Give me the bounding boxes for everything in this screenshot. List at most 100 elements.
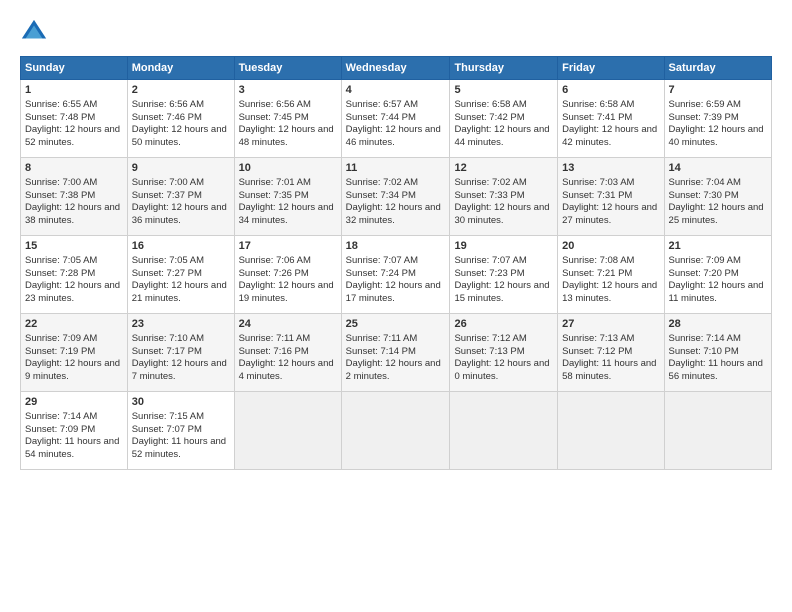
day-number: 12 (454, 161, 553, 176)
sunrise-text: Sunrise: 7:03 AM (562, 177, 634, 188)
day-number: 4 (346, 83, 446, 98)
calendar-cell: 26Sunrise: 7:12 AMSunset: 7:13 PMDayligh… (450, 314, 558, 392)
sunset-text: Sunset: 7:39 PM (669, 112, 739, 123)
calendar-cell: 29Sunrise: 7:14 AMSunset: 7:09 PMDayligh… (21, 392, 128, 470)
header-cell-friday: Friday (558, 57, 664, 80)
sunset-text: Sunset: 7:20 PM (669, 268, 739, 279)
sunrise-text: Sunrise: 7:09 AM (25, 333, 97, 344)
sunset-text: Sunset: 7:21 PM (562, 268, 632, 279)
sunrise-text: Sunrise: 7:04 AM (669, 177, 741, 188)
day-number: 25 (346, 317, 446, 332)
sunset-text: Sunset: 7:44 PM (346, 112, 416, 123)
calendar-cell: 11Sunrise: 7:02 AMSunset: 7:34 PMDayligh… (341, 158, 450, 236)
daylight-text: Daylight: 12 hours and 0 minutes. (454, 358, 549, 382)
calendar-cell: 22Sunrise: 7:09 AMSunset: 7:19 PMDayligh… (21, 314, 128, 392)
calendar-cell: 15Sunrise: 7:05 AMSunset: 7:28 PMDayligh… (21, 236, 128, 314)
sunrise-text: Sunrise: 7:07 AM (346, 255, 418, 266)
sunset-text: Sunset: 7:10 PM (669, 346, 739, 357)
day-number: 6 (562, 83, 659, 98)
daylight-text: Daylight: 12 hours and 19 minutes. (239, 280, 334, 304)
sunrise-text: Sunrise: 7:14 AM (669, 333, 741, 344)
sunset-text: Sunset: 7:17 PM (132, 346, 202, 357)
daylight-text: Daylight: 12 hours and 38 minutes. (25, 202, 120, 226)
calendar-cell: 18Sunrise: 7:07 AMSunset: 7:24 PMDayligh… (341, 236, 450, 314)
day-number: 24 (239, 317, 337, 332)
calendar-cell (341, 392, 450, 470)
day-number: 9 (132, 161, 230, 176)
sunrise-text: Sunrise: 7:05 AM (132, 255, 204, 266)
calendar-cell: 7Sunrise: 6:59 AMSunset: 7:39 PMDaylight… (664, 80, 771, 158)
calendar-cell: 2Sunrise: 6:56 AMSunset: 7:46 PMDaylight… (127, 80, 234, 158)
header-cell-monday: Monday (127, 57, 234, 80)
daylight-text: Daylight: 12 hours and 36 minutes. (132, 202, 227, 226)
sunrise-text: Sunrise: 6:55 AM (25, 99, 97, 110)
daylight-text: Daylight: 12 hours and 17 minutes. (346, 280, 441, 304)
calendar-cell: 16Sunrise: 7:05 AMSunset: 7:27 PMDayligh… (127, 236, 234, 314)
header-cell-saturday: Saturday (664, 57, 771, 80)
daylight-text: Daylight: 12 hours and 11 minutes. (669, 280, 764, 304)
sunrise-text: Sunrise: 6:58 AM (454, 99, 526, 110)
sunset-text: Sunset: 7:41 PM (562, 112, 632, 123)
sunset-text: Sunset: 7:07 PM (132, 424, 202, 435)
header-cell-sunday: Sunday (21, 57, 128, 80)
daylight-text: Daylight: 12 hours and 27 minutes. (562, 202, 657, 226)
calendar-row: 8Sunrise: 7:00 AMSunset: 7:38 PMDaylight… (21, 158, 772, 236)
daylight-text: Daylight: 12 hours and 2 minutes. (346, 358, 441, 382)
daylight-text: Daylight: 12 hours and 50 minutes. (132, 124, 227, 148)
calendar-cell: 17Sunrise: 7:06 AMSunset: 7:26 PMDayligh… (234, 236, 341, 314)
sunrise-text: Sunrise: 7:11 AM (239, 333, 311, 344)
header-cell-wednesday: Wednesday (341, 57, 450, 80)
sunset-text: Sunset: 7:45 PM (239, 112, 309, 123)
sunset-text: Sunset: 7:31 PM (562, 190, 632, 201)
header-cell-thursday: Thursday (450, 57, 558, 80)
calendar-cell: 5Sunrise: 6:58 AMSunset: 7:42 PMDaylight… (450, 80, 558, 158)
header-row: SundayMondayTuesdayWednesdayThursdayFrid… (21, 57, 772, 80)
calendar-cell: 24Sunrise: 7:11 AM Sunset: 7:16 PMDayligh… (234, 314, 341, 392)
day-number: 30 (132, 395, 230, 410)
day-number: 1 (25, 83, 123, 98)
day-number: 19 (454, 239, 553, 254)
sunrise-text: Sunrise: 7:12 AM (454, 333, 526, 344)
calendar-cell: 4Sunrise: 6:57 AMSunset: 7:44 PMDaylight… (341, 80, 450, 158)
sunrise-text: Sunrise: 7:08 AM (562, 255, 634, 266)
daylight-text: Daylight: 12 hours and 30 minutes. (454, 202, 549, 226)
calendar-cell: 12Sunrise: 7:02 AMSunset: 7:33 PMDayligh… (450, 158, 558, 236)
calendar-cell: 30Sunrise: 7:15 AMSunset: 7:07 PMDayligh… (127, 392, 234, 470)
sunrise-text: Sunrise: 7:06 AM (239, 255, 311, 266)
calendar-cell: 21Sunrise: 7:09 AMSunset: 7:20 PMDayligh… (664, 236, 771, 314)
calendar-cell (558, 392, 664, 470)
calendar-cell: 9Sunrise: 7:00 AMSunset: 7:37 PMDaylight… (127, 158, 234, 236)
calendar-row: 15Sunrise: 7:05 AMSunset: 7:28 PMDayligh… (21, 236, 772, 314)
day-number: 15 (25, 239, 123, 254)
daylight-text: Daylight: 11 hours and 58 minutes. (562, 358, 656, 382)
calendar-table: SundayMondayTuesdayWednesdayThursdayFrid… (20, 56, 772, 470)
header (20, 18, 772, 46)
sunrise-text: Sunrise: 7:07 AM (454, 255, 526, 266)
day-number: 21 (669, 239, 767, 254)
day-number: 8 (25, 161, 123, 176)
calendar-cell: 3Sunrise: 6:56 AMSunset: 7:45 PMDaylight… (234, 80, 341, 158)
day-number: 13 (562, 161, 659, 176)
day-number: 22 (25, 317, 123, 332)
sunset-text: Sunset: 7:38 PM (25, 190, 95, 201)
day-number: 11 (346, 161, 446, 176)
daylight-text: Daylight: 12 hours and 9 minutes. (25, 358, 120, 382)
calendar-cell (234, 392, 341, 470)
sunset-text: Sunset: 7:16 PM (239, 346, 309, 357)
day-number: 14 (669, 161, 767, 176)
calendar-row: 22Sunrise: 7:09 AMSunset: 7:19 PMDayligh… (21, 314, 772, 392)
calendar-cell: 19Sunrise: 7:07 AMSunset: 7:23 PMDayligh… (450, 236, 558, 314)
calendar-cell (450, 392, 558, 470)
logo (20, 18, 52, 46)
calendar-row: 1Sunrise: 6:55 AMSunset: 7:48 PMDaylight… (21, 80, 772, 158)
sunset-text: Sunset: 7:27 PM (132, 268, 202, 279)
sunset-text: Sunset: 7:09 PM (25, 424, 95, 435)
daylight-text: Daylight: 12 hours and 40 minutes. (669, 124, 764, 148)
daylight-text: Daylight: 12 hours and 21 minutes. (132, 280, 227, 304)
daylight-text: Daylight: 12 hours and 4 minutes. (239, 358, 334, 382)
day-number: 20 (562, 239, 659, 254)
sunrise-text: Sunrise: 7:00 AM (25, 177, 97, 188)
daylight-text: Daylight: 12 hours and 44 minutes. (454, 124, 549, 148)
day-number: 7 (669, 83, 767, 98)
daylight-text: Daylight: 11 hours and 54 minutes. (25, 436, 119, 460)
